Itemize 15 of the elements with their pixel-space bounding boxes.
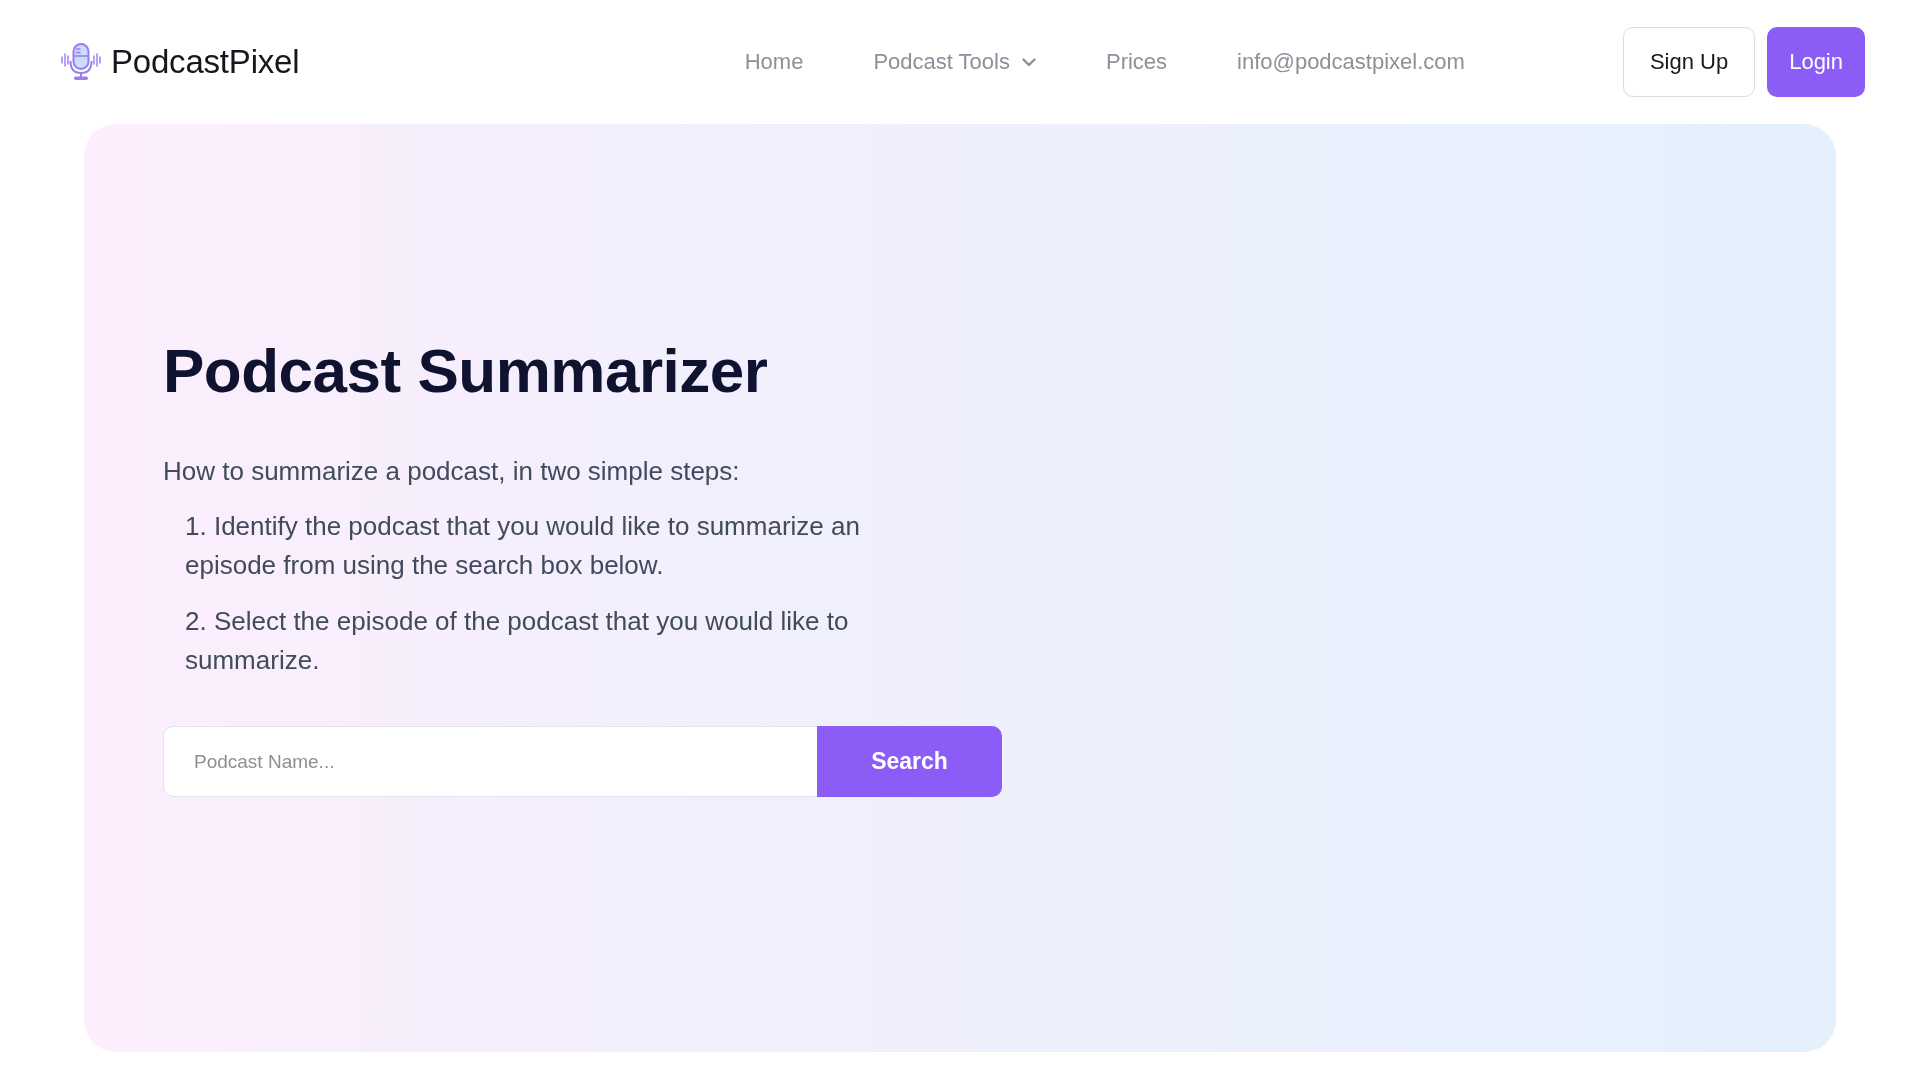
brand-name: PodcastPixel [111,43,300,81]
nav-link[interactable]: info@podcastpixel.com [1237,49,1465,75]
nav-dropdown[interactable]: Podcast Tools [873,49,1036,75]
step-text: 2. Select the episode of the podcast that you would like to summarize. [185,605,850,678]
page-title: Podcast Summarizer [163,335,769,407]
step-text: 1. Identify the podcast that you would like to summarize an episode from using the search box below. [185,510,861,583]
chevron-down-icon [1021,57,1036,67]
microphone-icon [61,43,101,81]
intro-text: How to summarize a podcast, in two simple steps: [163,455,741,489]
nav-link[interactable]: Home [744,49,804,75]
login-button[interactable]: Login [1767,27,1865,97]
search-button[interactable]: Search [817,726,1002,798]
search-field[interactable]: Podcast Name... [163,726,817,798]
sign-up-button[interactable]: Sign Up [1622,27,1756,97]
nav-link[interactable]: Prices [1105,49,1168,75]
